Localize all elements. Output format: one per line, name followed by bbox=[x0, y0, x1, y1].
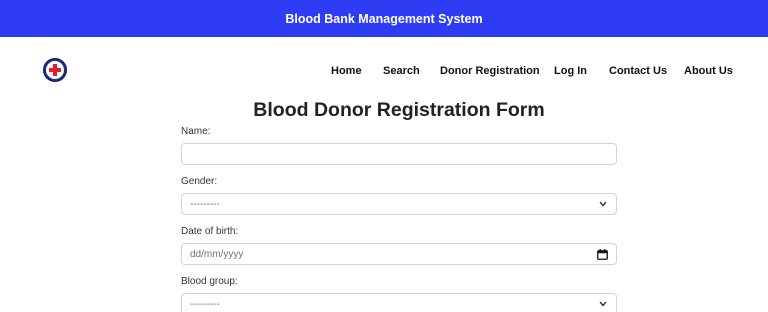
form-title: Blood Donor Registration Form bbox=[253, 99, 545, 121]
nav-donor-registration[interactable]: Donor Registration bbox=[440, 64, 540, 78]
nav-contact-us[interactable]: Contact Us bbox=[609, 64, 667, 78]
gender-selected-value: --------- bbox=[190, 198, 220, 210]
gender-select[interactable]: --------- bbox=[181, 193, 617, 215]
navbar: Home Search Donor Registration Log In Co… bbox=[0, 37, 768, 97]
dob-input[interactable]: dd/mm/yyyy bbox=[181, 243, 617, 265]
dob-label: Date of birth: bbox=[181, 226, 239, 237]
nav-about-us[interactable]: About Us bbox=[684, 64, 733, 78]
nav-log-in[interactable]: Log In bbox=[554, 64, 587, 78]
calendar-icon[interactable] bbox=[596, 248, 608, 260]
gender-label: Gender: bbox=[181, 176, 218, 187]
red-cross-logo-icon[interactable] bbox=[43, 58, 67, 82]
nav-home[interactable]: Home bbox=[331, 64, 362, 78]
name-input[interactable] bbox=[181, 143, 617, 165]
name-label: Name: bbox=[181, 126, 211, 137]
app-title: Blood Bank Management System bbox=[285, 11, 483, 26]
chevron-down-icon bbox=[598, 299, 608, 309]
top-header-bar: Blood Bank Management System bbox=[0, 0, 768, 37]
chevron-down-icon bbox=[598, 199, 608, 209]
blood-group-select[interactable]: --------- bbox=[181, 293, 617, 312]
nav-search[interactable]: Search bbox=[383, 64, 420, 78]
blood-group-selected-value: --------- bbox=[190, 298, 220, 310]
blood-group-label: Blood group: bbox=[181, 276, 238, 287]
dob-placeholder: dd/mm/yyyy bbox=[190, 248, 244, 260]
